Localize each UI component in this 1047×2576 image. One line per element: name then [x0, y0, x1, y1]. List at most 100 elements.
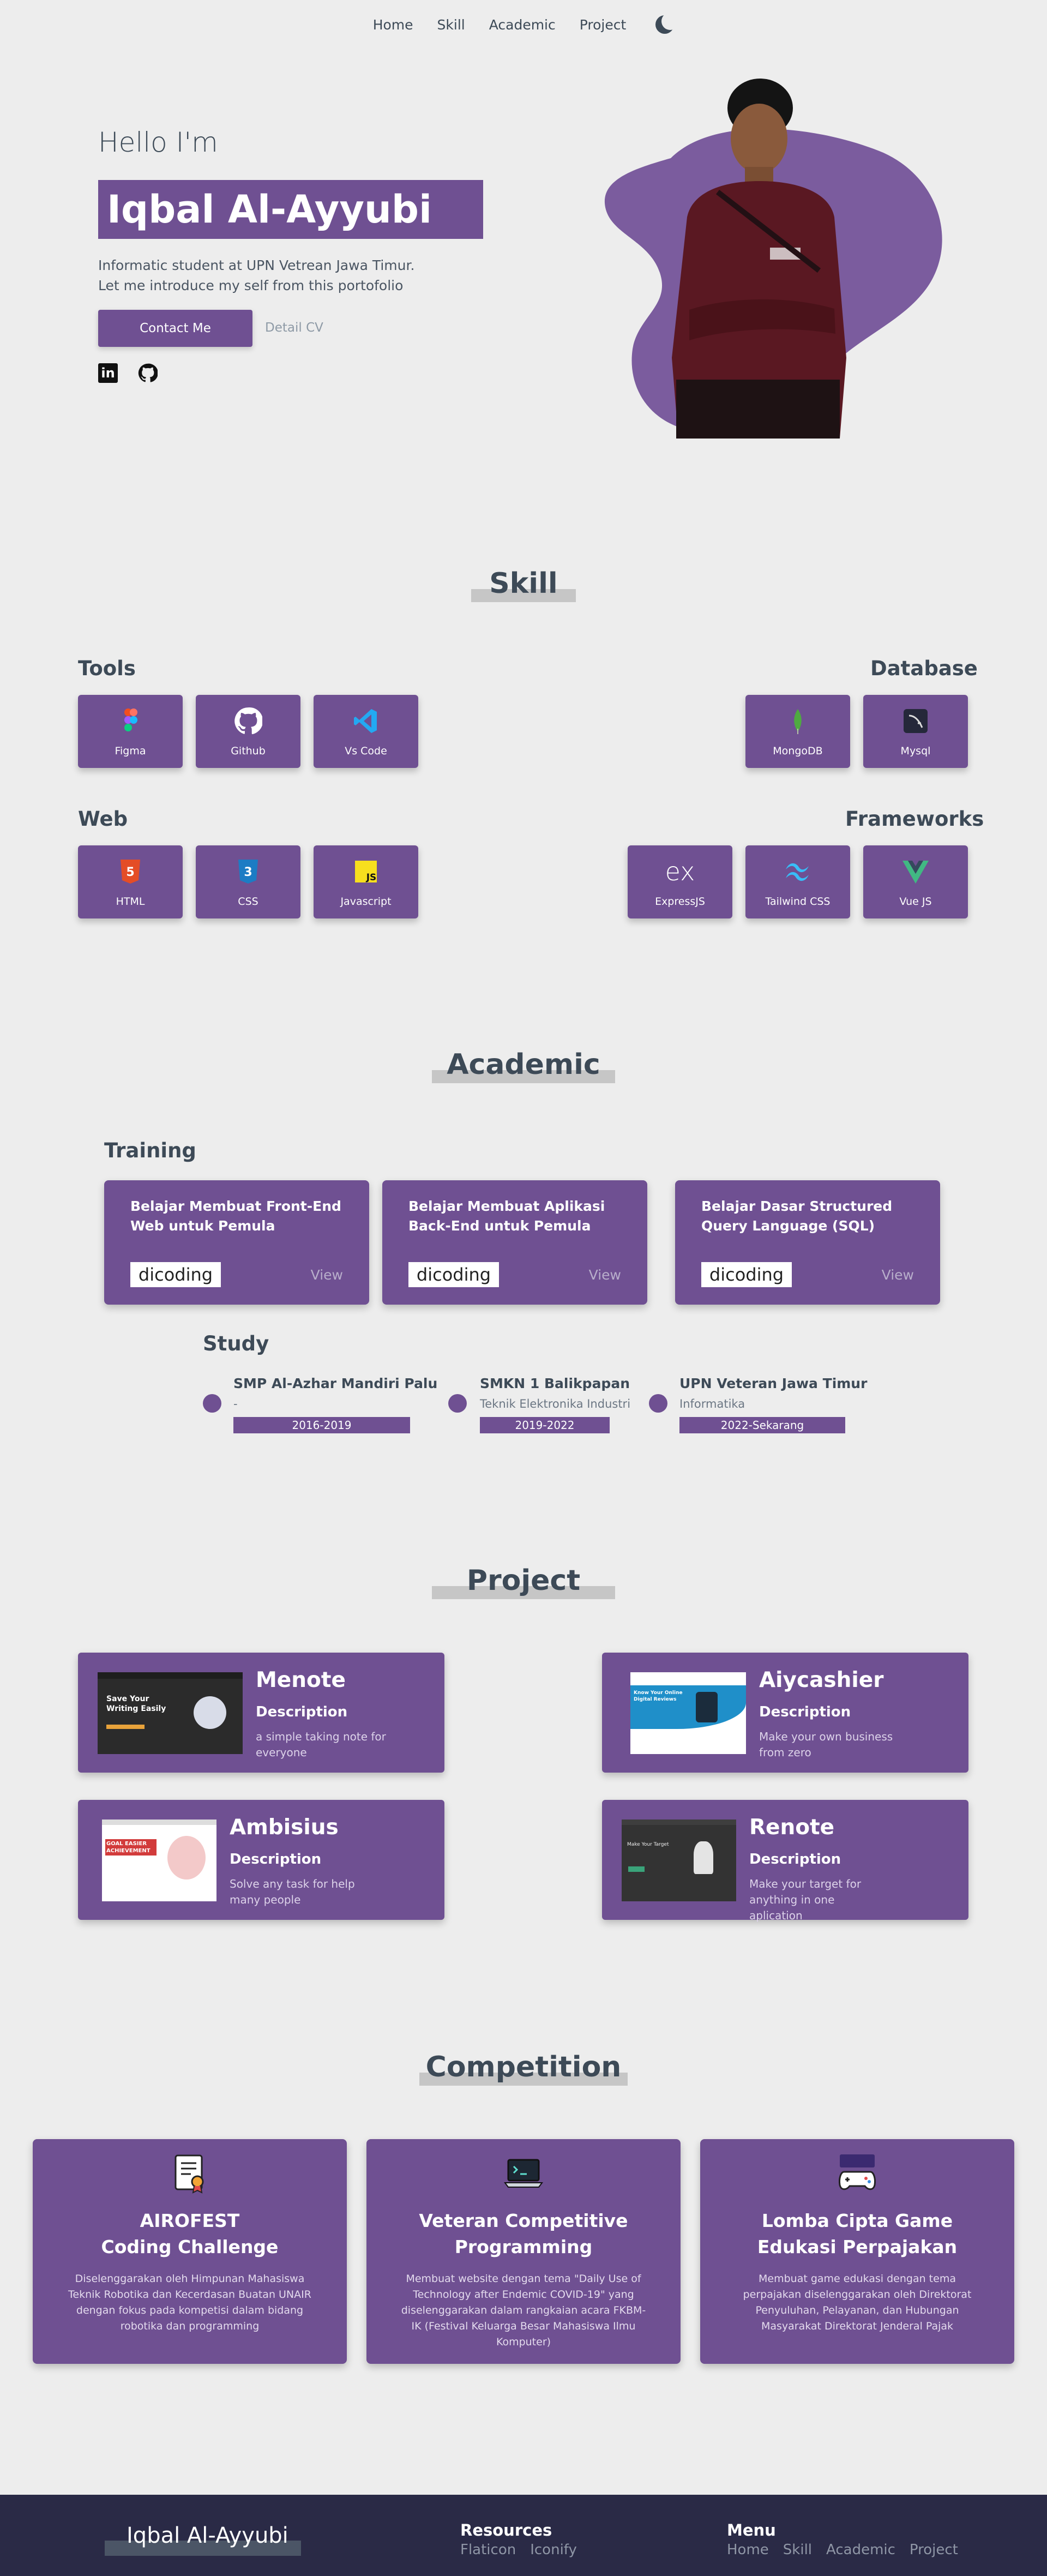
mongodb-icon — [794, 709, 802, 734]
competition-title-line1: Lomba Cipta Game — [761, 2210, 953, 2231]
competition-description: Diselenggarakan oleh Himpunan Mahasiswa … — [68, 2273, 311, 2332]
study-major: - — [233, 1397, 238, 1410]
css3-icon: 3 — [238, 860, 258, 884]
study-years: 2016-2019 — [233, 1417, 410, 1433]
competition-title-line1: AIROFEST — [140, 2210, 240, 2231]
project-card-aiycashier[interactable]: Know Your Online Digital Reviews Aiycash… — [602, 1653, 968, 1773]
competition-description: Membuat game edukasi dengan tema perpaja… — [743, 2273, 972, 2332]
project-card-ambisius[interactable]: GOAL EASIER ACHIEVEMENT Ambisius Descrip… — [78, 1800, 444, 1920]
skill-card-expressjs[interactable]: ex ExpressJS — [628, 845, 732, 918]
skill-card-vscode[interactable]: Vs Code — [314, 695, 418, 768]
skill-label: ExpressJS — [655, 896, 705, 908]
frameworks-label: Frameworks — [845, 807, 984, 831]
vscode-icon — [354, 709, 377, 733]
database-label: Database — [870, 657, 978, 680]
footer-resources-heading: Resources — [460, 2521, 552, 2539]
skill-card-figma[interactable]: Figma — [78, 695, 183, 768]
skill-label: Mysql — [900, 745, 931, 757]
skill-card-javascript[interactable]: JS Javascript — [314, 845, 418, 918]
project-card-menote[interactable]: Save Your Writing Easily Menote Descript… — [78, 1653, 444, 1773]
svg-text:5: 5 — [126, 866, 134, 879]
moon-icon[interactable] — [655, 13, 679, 34]
training-card[interactable]: Belajar Dasar Structured Query Language … — [675, 1180, 940, 1305]
skill-section-title: Skill — [0, 567, 1047, 602]
top-nav: Home Skill Academic Project — [0, 13, 1047, 34]
skill-label: Github — [231, 745, 266, 757]
competition-section-title: Competition — [0, 2051, 1047, 2086]
footer-menu-heading: Menu — [727, 2521, 776, 2539]
footer-link-iconify[interactable]: Iconify — [530, 2542, 577, 2558]
training-title: Belajar Dasar Structured Query Language … — [701, 1198, 893, 1234]
competition-title: Lomba Cipta Game Edukasi Perpajakan — [700, 2208, 1014, 2260]
detail-cv-link[interactable]: Detail CV — [265, 321, 323, 335]
github-icon[interactable] — [138, 363, 158, 383]
project-title: Ambisius — [230, 1815, 339, 1840]
nav-home[interactable]: Home — [373, 17, 413, 33]
gamepad-icon — [839, 2154, 876, 2190]
linkedin-icon[interactable]: in — [98, 363, 118, 383]
footer-link-skill[interactable]: Skill — [783, 2542, 812, 2558]
study-timeline-dot — [448, 1394, 467, 1413]
skill-card-mysql[interactable]: Mysql — [863, 695, 968, 768]
skill-label: Vue JS — [899, 896, 932, 908]
skill-label: Javascript — [340, 896, 392, 908]
expressjs-icon: ex — [665, 857, 695, 886]
training-label: Training — [104, 1139, 196, 1162]
study-label: Study — [203, 1332, 269, 1355]
hero-greeting: Hello I'm — [98, 127, 218, 158]
training-card[interactable]: Belajar Membuat Aplikasi Back-End untuk … — [382, 1180, 647, 1305]
nav-skill[interactable]: Skill — [437, 17, 465, 33]
project-section-title: Project — [0, 1564, 1047, 1599]
nav-project[interactable]: Project — [580, 17, 627, 33]
footer-link-flaticon[interactable]: Flaticon — [460, 2542, 516, 2558]
html5-icon: 5 — [121, 860, 140, 884]
training-view-link[interactable]: View — [882, 1267, 914, 1283]
skill-label: CSS — [238, 896, 258, 908]
training-view-link[interactable]: View — [589, 1267, 621, 1283]
skill-card-html[interactable]: 5 HTML — [78, 845, 183, 918]
study-school: UPN Veteran Jawa Timur — [679, 1376, 868, 1391]
dicoding-logo: dicoding — [408, 1262, 499, 1287]
contact-me-button[interactable]: Contact Me — [98, 310, 252, 347]
competition-title: Veteran Competitive Programming — [366, 2208, 681, 2260]
footer-resources-links: Flaticon Iconify — [460, 2542, 577, 2558]
skill-label: Tailwind CSS — [765, 896, 831, 908]
skill-card-tailwind[interactable]: Tailwind CSS — [745, 845, 850, 918]
tailwind-icon — [786, 863, 809, 881]
vuejs-icon — [902, 861, 929, 884]
figma-icon — [124, 708, 137, 731]
competition-title-text: Competition — [425, 2051, 622, 2083]
skill-card-mongodb[interactable]: MongoDB — [745, 695, 850, 768]
competition-title-line2: Edukasi Perpajakan — [757, 2236, 958, 2257]
hero-intro-line1: Informatic student at UPN Vetrean Jawa T… — [98, 257, 415, 273]
footer-link-academic[interactable]: Academic — [826, 2542, 895, 2558]
competition-card: AIROFEST Coding Challenge Diselenggaraka… — [33, 2139, 347, 2364]
github-icon — [234, 707, 262, 735]
study-timeline-dot — [203, 1394, 221, 1413]
hero-name-box: Iqbal Al-Ayyubi — [98, 180, 483, 239]
skill-card-vuejs[interactable]: Vue JS — [863, 845, 968, 918]
project-title-text: Project — [466, 1564, 581, 1597]
training-card[interactable]: Belajar Membuat Front-End Web untuk Pemu… — [104, 1180, 369, 1305]
footer-link-home[interactable]: Home — [727, 2542, 769, 2558]
academic-section-title: Academic — [0, 1048, 1047, 1083]
project-title: Renote — [749, 1815, 835, 1840]
skill-card-css[interactable]: 3 CSS — [196, 845, 300, 918]
hero-intro: Informatic student at UPN Vetrean Jawa T… — [98, 255, 414, 296]
skill-label: MongoDB — [773, 745, 823, 757]
project-screenshot-text: Know Your Online Digital Reviews — [634, 1690, 683, 1702]
footer-name: Iqbal Al-Ayyubi — [127, 2523, 288, 2548]
project-title: Aiycashier — [759, 1668, 884, 1692]
study-years: 2019-2022 — [480, 1417, 610, 1433]
dicoding-logo: dicoding — [701, 1262, 792, 1287]
nav-academic[interactable]: Academic — [489, 17, 556, 33]
study-school: SMKN 1 Balikpapan — [480, 1376, 630, 1391]
javascript-icon: JS — [355, 861, 377, 883]
competition-title: AIROFEST Coding Challenge — [33, 2208, 347, 2260]
project-card-renote[interactable]: Make Your Target Renote Description Make… — [602, 1800, 968, 1922]
footer-link-project[interactable]: Project — [910, 2542, 958, 2558]
tools-label: Tools — [78, 657, 136, 680]
training-view-link[interactable]: View — [311, 1267, 343, 1283]
study-school: SMP Al-Azhar Mandiri Palu — [233, 1376, 438, 1391]
skill-card-github[interactable]: Github — [196, 695, 300, 768]
